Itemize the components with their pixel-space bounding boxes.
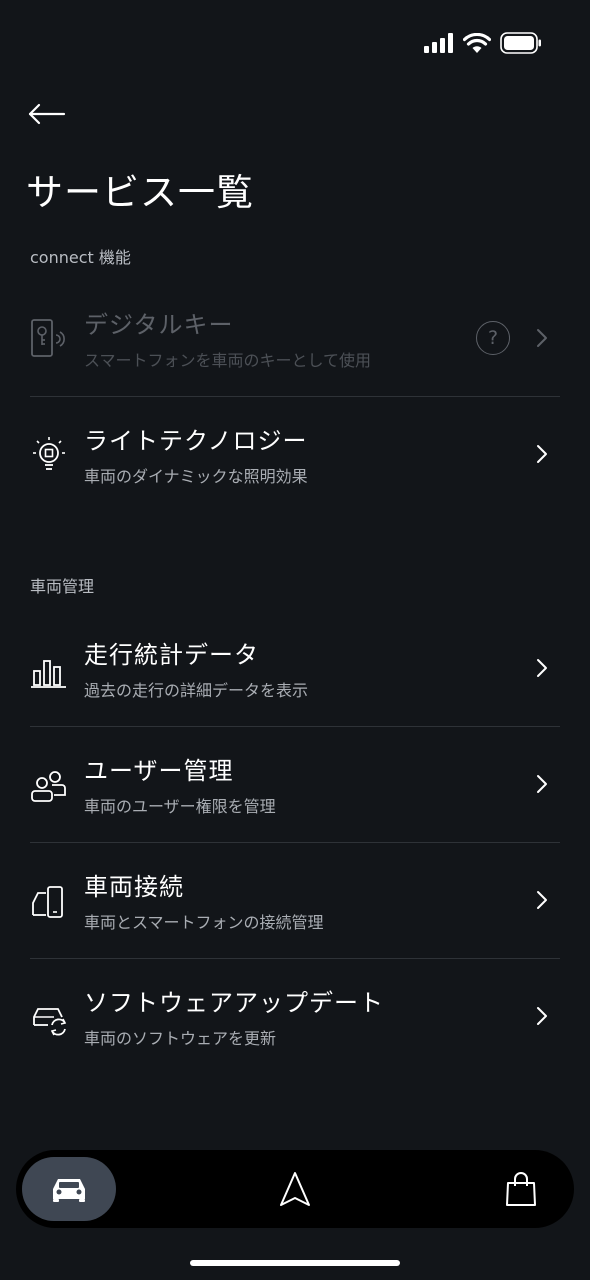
connect-features-list: デジタルキー スマートフォンを車両のキーとして使用 ? ライトテクノロジー 車両… [30, 281, 560, 513]
list-item-title: ライトテクノロジー [84, 427, 308, 455]
page-title: サービス一覧 [26, 171, 254, 214]
list-item-software-update[interactable]: ソフトウェアアップデート 車両のソフトウェアを更新 [30, 959, 560, 1075]
battery-icon [500, 32, 541, 54]
chevron-right-icon [537, 775, 547, 793]
users-icon [30, 763, 68, 807]
list-item-subtitle: 車両のソフトウェアを更新 [84, 1029, 277, 1048]
list-item-title: ユーザー管理 [84, 757, 234, 785]
bottom-navigation [16, 1150, 574, 1228]
status-bar [0, 0, 590, 90]
navigation-arrow-icon [280, 1172, 310, 1206]
list-item-subtitle: 車両のダイナミックな照明効果 [84, 467, 308, 486]
back-arrow-icon [28, 103, 66, 125]
list-item-title: デジタルキー [84, 311, 234, 339]
list-item-digital-key[interactable]: デジタルキー スマートフォンを車両のキーとして使用 ? [30, 281, 560, 397]
chevron-right-icon [537, 891, 547, 909]
back-button[interactable] [26, 96, 68, 132]
list-item-subtitle: スマートフォンを車両のキーとして使用 [84, 351, 372, 370]
section-label-connect: connect 機能 [30, 248, 131, 267]
shopping-bag-icon [506, 1172, 536, 1206]
car-icon [53, 1179, 85, 1202]
wifi-icon [463, 33, 491, 53]
vehicle-management-list: 走行統計データ 過去の走行の詳細データを表示 ユーザー管理 車両のユーザー権限を… [30, 611, 560, 1075]
list-item-user-management[interactable]: ユーザー管理 車両のユーザー権限を管理 [30, 727, 560, 843]
list-item-title: 車両接続 [84, 873, 184, 901]
chevron-right-icon [537, 659, 547, 677]
digital-key-icon [30, 317, 68, 361]
car-phone-icon [30, 879, 68, 923]
list-item-title: 走行統計データ [84, 641, 259, 669]
list-item-driving-statistics[interactable]: 走行統計データ 過去の走行の詳細データを表示 [30, 611, 560, 727]
chevron-right-icon [537, 1007, 547, 1025]
nav-tab-navigation[interactable] [272, 1157, 318, 1221]
bar-chart-icon [30, 647, 68, 691]
list-item-subtitle: 過去の走行の詳細データを表示 [84, 681, 309, 700]
list-item-vehicle-connection[interactable]: 車両接続 車両とスマートフォンの接続管理 [30, 843, 560, 959]
light-bulb-icon [30, 433, 68, 477]
nav-tab-shop[interactable] [500, 1157, 542, 1221]
cellular-signal-icon [424, 33, 453, 53]
list-item-light-technology[interactable]: ライトテクノロジー 車両のダイナミックな照明効果 [30, 397, 560, 513]
list-item-title: ソフトウェアアップデート [84, 989, 384, 1017]
nav-tab-car[interactable] [22, 1157, 116, 1221]
list-item-subtitle: 車両のユーザー権限を管理 [84, 797, 276, 816]
list-item-subtitle: 車両とスマートフォンの接続管理 [84, 913, 324, 932]
chevron-right-icon [537, 329, 547, 347]
home-indicator[interactable] [190, 1260, 400, 1266]
car-update-icon [30, 995, 68, 1039]
section-label-vehicle-management: 車両管理 [30, 577, 95, 596]
chevron-right-icon [537, 445, 547, 463]
help-icon[interactable]: ? [476, 321, 510, 355]
